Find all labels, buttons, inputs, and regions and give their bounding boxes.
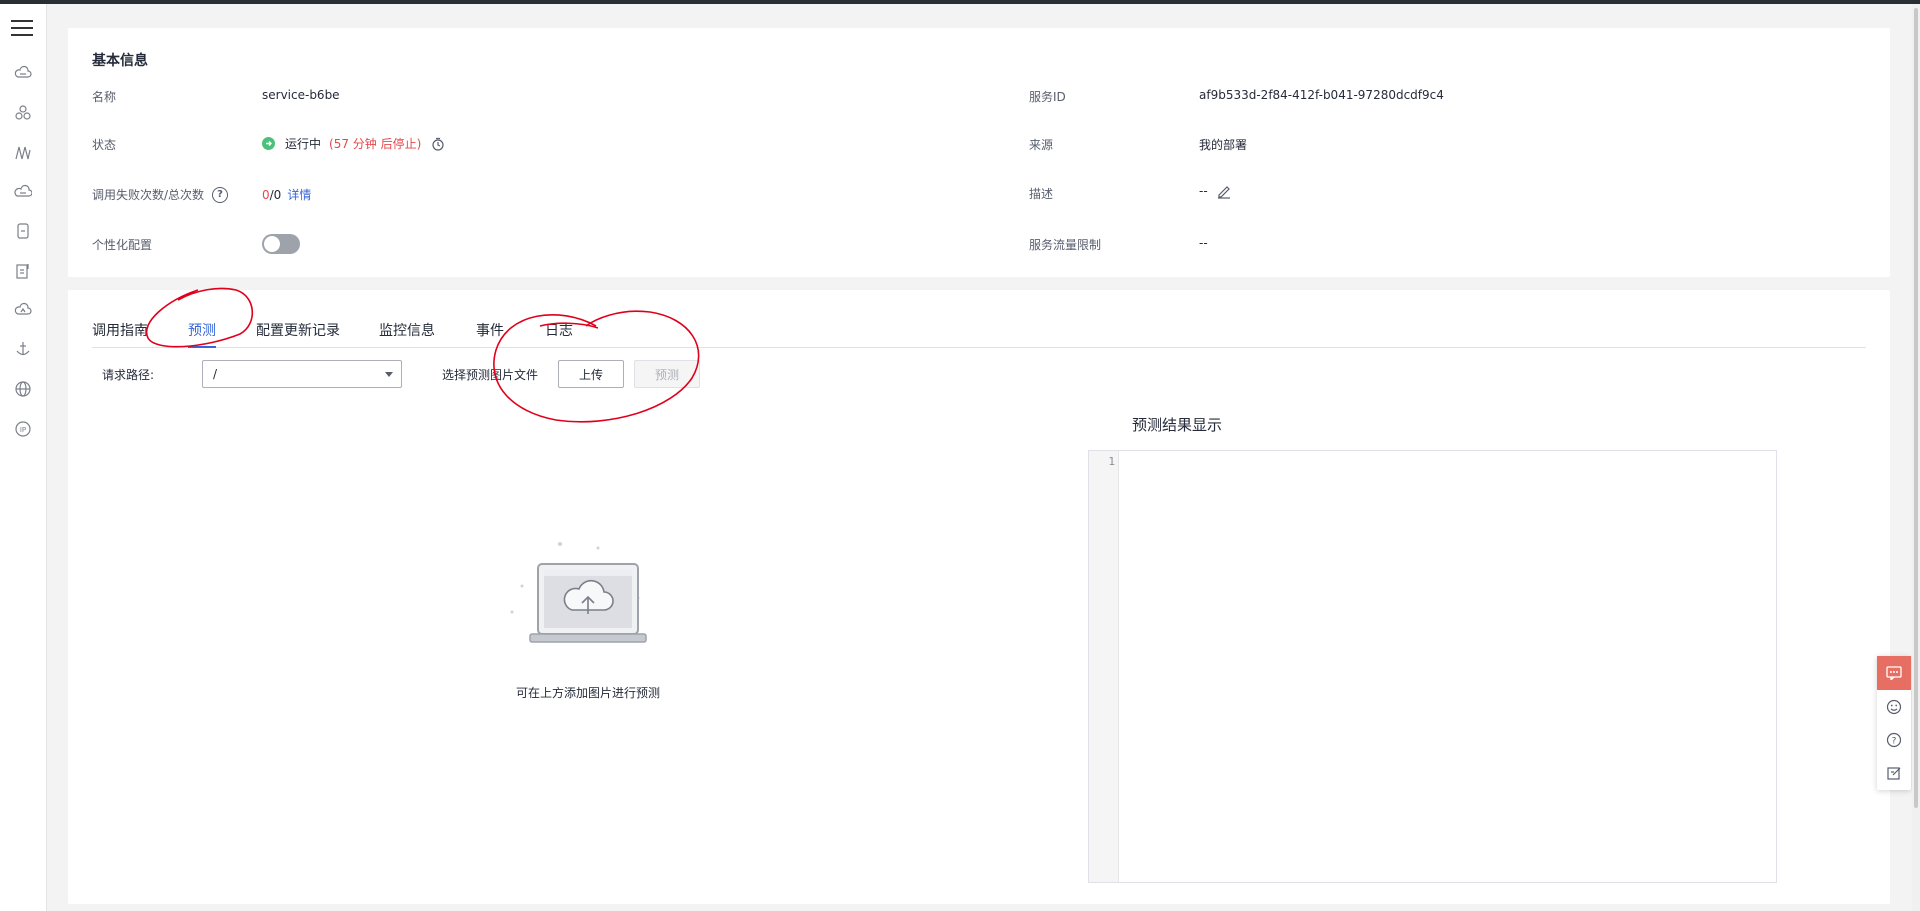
basic-info-title: 基本信息 (92, 53, 148, 69)
cloud-icon[interactable] (14, 64, 32, 82)
menu-icon[interactable] (11, 20, 33, 40)
name-label: 名称 (92, 90, 117, 104)
source-value: 我的部署 (1199, 138, 1248, 152)
floating-toolbar: ? (1877, 656, 1911, 790)
left-nav-rail: IP (0, 4, 47, 911)
help-icon[interactable]: ? (212, 186, 229, 203)
tab-call-guide[interactable]: 调用指南 (92, 320, 148, 340)
feedback-icon[interactable] (1877, 656, 1911, 690)
traffic-limit-label: 服务流量限制 (1029, 238, 1102, 252)
running-icon (262, 137, 275, 150)
page-scrollbar[interactable] (1912, 4, 1920, 911)
upload-placeholder-illustration (510, 542, 647, 643)
upload-button[interactable]: 上传 (558, 360, 624, 388)
predict-button[interactable]: 预测 (634, 360, 700, 388)
service-id-value: af9b533d-2f84-412f-b041-97280dcdf9c4 (1199, 88, 1444, 102)
device-icon[interactable] (14, 222, 32, 240)
svg-text:IP: IP (20, 426, 26, 434)
timer-icon[interactable] (431, 137, 445, 151)
model-icon[interactable] (14, 144, 32, 162)
source-label: 来源 (1029, 138, 1054, 152)
traffic-limit-value: -- (1199, 236, 1208, 250)
editor-gutter: 1 (1089, 451, 1119, 882)
calls-label-group: 调用失败次数/总次数 ? (92, 186, 229, 203)
top-bar (0, 0, 1920, 4)
result-editor[interactable]: 1 (1088, 450, 1777, 883)
help-circle-icon[interactable]: ? (1877, 723, 1911, 756)
request-path-select[interactable]: / (202, 360, 402, 388)
scrollbar-thumb[interactable] (1914, 8, 1918, 808)
cloud-upload-icon[interactable] (14, 301, 32, 319)
calls-total: /0 (269, 187, 282, 202)
name-value: service-b6be (262, 88, 340, 102)
cloud-storage-icon[interactable] (14, 183, 32, 201)
calls-label: 调用失败次数/总次数 (92, 188, 205, 202)
anchor-icon[interactable] (14, 340, 32, 358)
desc-value-group: -- (1199, 183, 1232, 199)
personal-config-label: 个性化配置 (92, 238, 153, 252)
request-path-label: 请求路径: (102, 368, 155, 382)
tab-config-history[interactable]: 配置更新记录 (256, 320, 340, 340)
note-icon[interactable] (1877, 756, 1911, 789)
edit-icon[interactable] (1216, 183, 1232, 199)
cluster-icon[interactable] (14, 104, 32, 122)
status-remaining: (57 分钟 后停止) (329, 137, 422, 151)
empty-hint: 可在上方添加图片进行预测 (515, 686, 660, 700)
calls-failed: 0 (262, 187, 270, 202)
calls-value-group: 0 /0 详情 (262, 186, 311, 203)
tab-predict[interactable]: 预测 (188, 320, 216, 348)
tab-logs[interactable]: 日志 (545, 320, 573, 340)
request-path-value: / (213, 367, 218, 381)
smile-icon[interactable] (1877, 690, 1911, 723)
personal-config-toggle[interactable] (262, 234, 300, 254)
document-icon[interactable] (14, 262, 32, 280)
status-label: 状态 (92, 138, 117, 152)
status-value-group: 运行中 (57 分钟 后停止) (262, 135, 445, 152)
desc-value: -- (1199, 184, 1208, 198)
svg-text:?: ? (1892, 736, 1897, 746)
calls-detail-link[interactable]: 详情 (287, 186, 311, 203)
ip-icon[interactable]: IP (14, 420, 32, 438)
line-number: 1 (1108, 455, 1115, 468)
globe-icon[interactable] (14, 380, 32, 398)
tab-monitoring[interactable]: 监控信息 (379, 320, 435, 340)
basic-info-card: 基本信息 名称 service-b6be 服务ID af9b533d-2f84-… (68, 28, 1890, 277)
tab-bar: 调用指南 预测 配置更新记录 监控信息 事件 日志 (92, 318, 1866, 348)
tab-events[interactable]: 事件 (476, 320, 504, 340)
desc-label: 描述 (1029, 187, 1054, 201)
result-title: 预测结果显示 (1132, 416, 1223, 434)
chevron-down-icon (385, 372, 393, 377)
status-running: 运行中 (285, 137, 322, 151)
choose-file-label: 选择预测图片文件 (442, 368, 539, 382)
service-id-label: 服务ID (1029, 90, 1066, 104)
service-detail-card: 调用指南 预测 配置更新记录 监控信息 事件 日志 请求路径: / 选择预测图片… (68, 290, 1890, 904)
